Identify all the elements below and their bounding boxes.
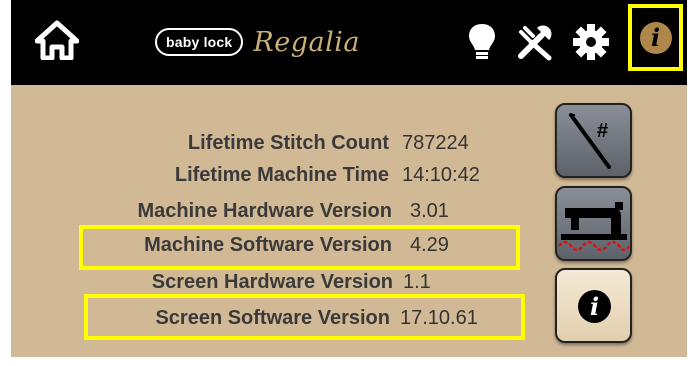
brand-oval-text: baby lock: [155, 28, 244, 56]
info-row-stitch-count: Lifetime Stitch Count 787224: [11, 128, 469, 158]
brand-script-text: Regalia: [253, 26, 360, 58]
highlight-machine-software: [79, 225, 520, 270]
needle-number-symbol: #: [597, 120, 608, 142]
info-label: Lifetime Stitch Count: [187, 132, 389, 154]
info-value: 787224: [402, 132, 469, 154]
info-icon: i: [578, 290, 611, 323]
info-value: 1.1: [403, 271, 431, 293]
gear-icon: [573, 24, 609, 60]
info-row-machine-time: Lifetime Machine Time 14:10:42: [11, 160, 480, 190]
top-bar: baby lock Regalia i: [11, 0, 687, 85]
info-label: Lifetime Machine Time: [174, 164, 389, 186]
info-label: Machine Hardware Version: [137, 200, 392, 222]
lightbulb-button[interactable]: [462, 20, 502, 64]
settings-button[interactable]: [571, 20, 611, 64]
info-icon: i: [639, 21, 672, 54]
home-icon: [34, 20, 80, 61]
highlight-screen-software: [84, 294, 525, 340]
tools-button[interactable]: [515, 20, 555, 64]
brand-logo: baby lock Regalia: [155, 22, 360, 62]
info-value: 3.01: [410, 200, 449, 222]
sewing-machine-button[interactable]: [555, 186, 632, 261]
tools-icon: [518, 25, 552, 61]
info-row-machine-hardware: Machine Hardware Version 3.01: [11, 196, 448, 226]
info-value: 14:10:42: [402, 164, 480, 186]
info-row-screen-hardware: Screen Hardware Version 1.1: [11, 267, 431, 297]
sewing-machine-icon: [558, 202, 631, 252]
lightbulb-icon: [469, 24, 495, 59]
info-label: Screen Hardware Version: [151, 271, 393, 293]
home-button[interactable]: [34, 20, 80, 61]
info-side-button[interactable]: i: [555, 268, 632, 343]
screen: baby lock Regalia i Lifetime Stitch Coun…: [11, 0, 687, 357]
needle-stitch-button[interactable]: #: [555, 103, 632, 178]
info-button-highlighted[interactable]: i: [628, 4, 683, 71]
needle-stitch-icon: #: [569, 113, 611, 169]
